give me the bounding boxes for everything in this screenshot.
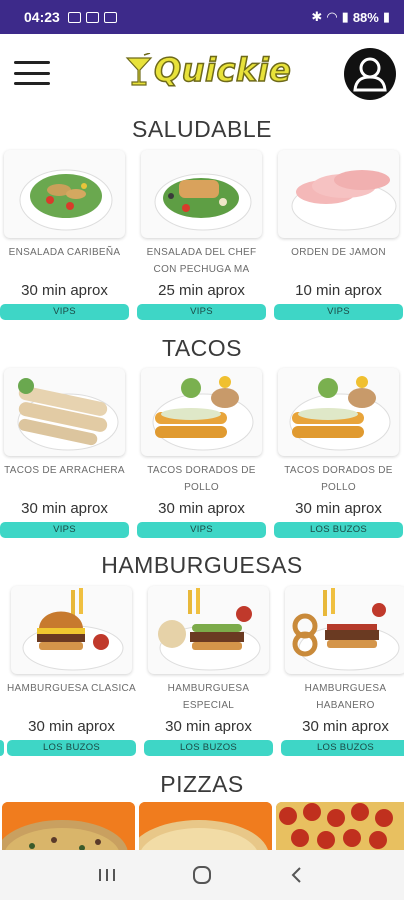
food-card[interactable]: TACOS DORADOS DE POLLO 30 min aprox VIPS <box>136 366 267 542</box>
status-time: 04:23 <box>24 9 60 25</box>
burger-image <box>22 588 124 671</box>
wifi-icon: ◠ <box>326 9 338 24</box>
food-card[interactable]: HAMBURGUESA ESPECIAL 30 min aprox LOS BU… <box>143 584 274 760</box>
prep-time: 30 min aprox <box>158 500 245 517</box>
chicken-salad-image <box>154 173 252 231</box>
prep-time: 30 min aprox <box>21 282 108 299</box>
prep-time: 30 min aprox <box>21 500 108 517</box>
food-image <box>11 586 132 674</box>
notification-icon <box>85 11 99 23</box>
restaurant-tag: VIPS <box>0 304 129 320</box>
user-icon <box>353 57 387 92</box>
burger-onion-image <box>292 588 400 671</box>
saludable-row[interactable]: ENSALADA CARIBEÑA 30 min aprox VIPS ENSA… <box>0 148 404 324</box>
pizza-card[interactable] <box>2 802 135 850</box>
section-title-hamburguesas: HAMBURGUESAS <box>101 552 303 578</box>
flautas-image <box>152 376 254 451</box>
food-name: TACOS DORADOS DE POLLO <box>147 465 256 493</box>
battery-icon: ▮ <box>382 9 390 24</box>
food-image <box>4 150 125 238</box>
food-image <box>278 368 399 456</box>
app-header: Quickie <box>0 34 404 112</box>
food-name: HAMBURGUESA CLASICA <box>6 683 137 694</box>
food-image <box>285 586 404 674</box>
app-logo: Quickie <box>124 50 292 90</box>
food-image <box>4 368 125 456</box>
hamburguesas-row[interactable]: HAMBURGUESA CLASICA 30 min aprox LOS BUZ… <box>0 584 404 760</box>
prep-time: 30 min aprox <box>28 718 115 735</box>
section-title-saludable: SALUDABLE <box>131 116 272 142</box>
signal-icon: ▮ <box>341 9 349 24</box>
prep-time: 30 min aprox <box>165 718 252 735</box>
food-image <box>141 368 262 456</box>
menu-line <box>14 71 50 75</box>
food-name: HAMBURGUESA HABANERO <box>304 683 387 711</box>
previous-card-edge <box>0 740 4 756</box>
salad-image <box>19 169 113 231</box>
food-name: TACOS DORADOS DE POLLO <box>284 465 393 493</box>
pizza-image <box>276 802 404 850</box>
food-card[interactable]: ENSALADA DEL CHEF CON PECHUGA MA 25 min … <box>136 148 267 324</box>
back-button[interactable] <box>277 860 317 890</box>
restaurant-tag: VIPS <box>274 304 403 320</box>
food-image <box>141 150 262 238</box>
flautas-image <box>289 376 391 451</box>
pizza-card[interactable] <box>276 802 404 850</box>
food-image <box>278 150 399 238</box>
prep-time: 25 min aprox <box>158 282 245 299</box>
restaurant-tag: VIPS <box>137 522 266 538</box>
food-name: TACOS DE ARRACHERA <box>4 465 125 476</box>
ham-image <box>291 170 397 231</box>
mail-icon <box>67 11 81 23</box>
pizza-card[interactable] <box>139 802 272 850</box>
food-name: HAMBURGUESA ESPECIAL <box>167 683 250 711</box>
bluetooth-icon: ✱ <box>311 9 323 24</box>
prep-time: 30 min aprox <box>295 500 382 517</box>
image-icon <box>103 11 117 23</box>
status-bar: 04:23 ✱ ◠ ▮ 88% ▮ <box>0 0 404 34</box>
food-name: ORDEN DE JAMON <box>291 247 386 258</box>
pizza-image <box>139 802 272 850</box>
restaurant-tag: LOS BUZOS <box>281 740 404 756</box>
tacos-image <box>17 378 119 451</box>
food-image <box>148 586 269 674</box>
food-card[interactable]: ENSALADA CARIBEÑA 30 min aprox VIPS <box>0 148 130 324</box>
menu-line <box>14 82 50 85</box>
recent-apps-button[interactable] <box>87 860 127 890</box>
pizzas-row[interactable] <box>0 802 404 850</box>
home-icon <box>192 866 211 884</box>
food-card[interactable]: HAMBURGUESA CLASICA 30 min aprox LOS BUZ… <box>6 584 137 760</box>
food-name: ENSALADA CARIBEÑA <box>8 247 121 258</box>
prep-time: 10 min aprox <box>295 282 382 299</box>
menu-line <box>14 61 50 64</box>
restaurant-tag: LOS BUZOS <box>274 522 403 538</box>
restaurant-tag: LOS BUZOS <box>144 740 273 756</box>
pizza-image <box>2 802 135 850</box>
system-nav-bar <box>0 850 404 900</box>
section-title-tacos: TACOS <box>161 335 243 361</box>
back-icon <box>291 867 301 883</box>
restaurant-tag: VIPS <box>0 522 129 538</box>
burger-avocado-image <box>158 588 261 671</box>
food-card[interactable]: TACOS DORADOS DE POLLO 30 min aprox LOS … <box>273 366 404 542</box>
restaurant-tag: LOS BUZOS <box>7 740 136 756</box>
app-name: Quickie <box>153 50 292 90</box>
menu-button[interactable] <box>14 61 50 85</box>
cocktail-icon <box>125 53 153 86</box>
food-card[interactable]: ORDEN DE JAMON 10 min aprox VIPS <box>273 148 404 324</box>
user-avatar-button[interactable] <box>344 48 396 100</box>
food-card[interactable]: HAMBURGUESA HABANERO 30 min aprox LOS BU… <box>280 584 404 760</box>
food-card[interactable]: TACOS DE ARRACHERA 30 min aprox VIPS <box>0 366 130 542</box>
recent-apps-icon <box>99 869 116 881</box>
restaurant-tag: VIPS <box>137 304 266 320</box>
home-button[interactable] <box>182 860 222 890</box>
prep-time: 30 min aprox <box>302 718 389 735</box>
tacos-row[interactable]: TACOS DE ARRACHERA 30 min aprox VIPS TAC… <box>0 366 404 542</box>
food-name: ENSALADA DEL CHEF CON PECHUGA MA <box>146 247 257 275</box>
battery-level: 88% <box>352 9 379 25</box>
section-title-pizzas: PIZZAS <box>160 771 244 797</box>
